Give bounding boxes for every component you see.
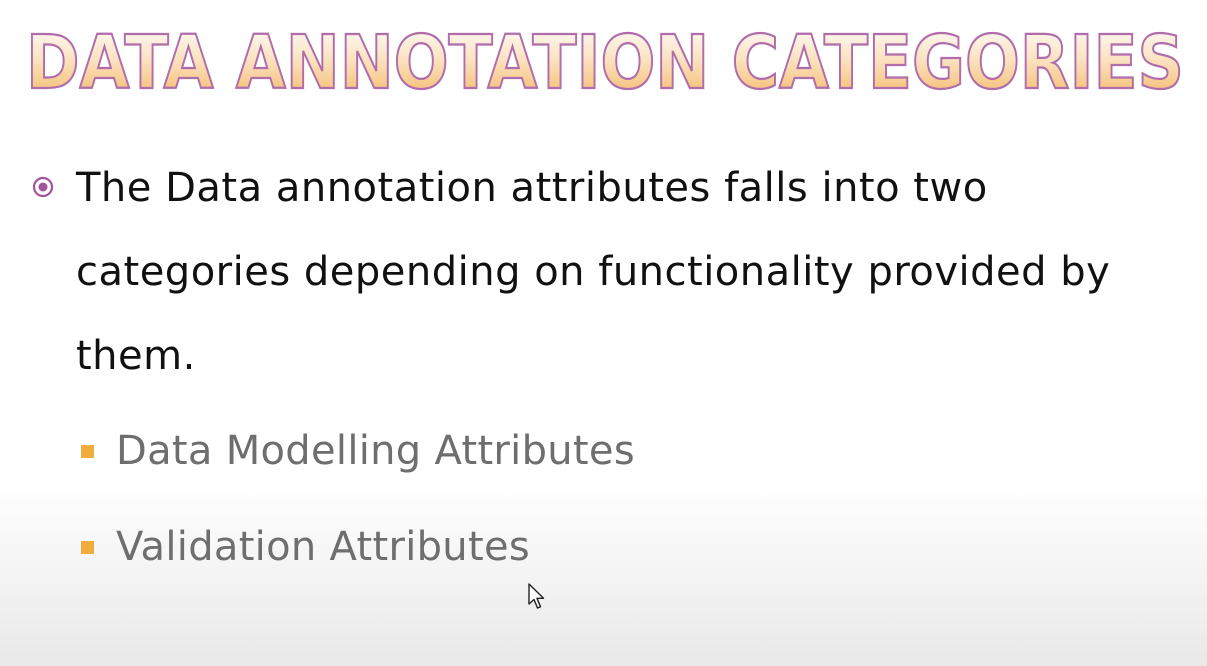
circle-dot-icon bbox=[32, 176, 54, 198]
main-bullet-text: The Data annotation attributes falls int… bbox=[76, 165, 1111, 379]
sub-bullet-validation: Validation Attributes bbox=[116, 524, 530, 570]
mouse-pointer-icon bbox=[528, 583, 545, 609]
square-icon bbox=[81, 445, 94, 458]
slide-title-text: DATA ANNOTATION CATEGORIES bbox=[26, 20, 1184, 106]
slide: DATA ANNOTATION CATEGORIES The Data anno… bbox=[0, 0, 1207, 666]
slide-title: DATA ANNOTATION CATEGORIES bbox=[25, 19, 1185, 107]
square-icon bbox=[81, 541, 94, 554]
sub-bullet-data-modelling: Data Modelling Attributes bbox=[116, 428, 635, 474]
